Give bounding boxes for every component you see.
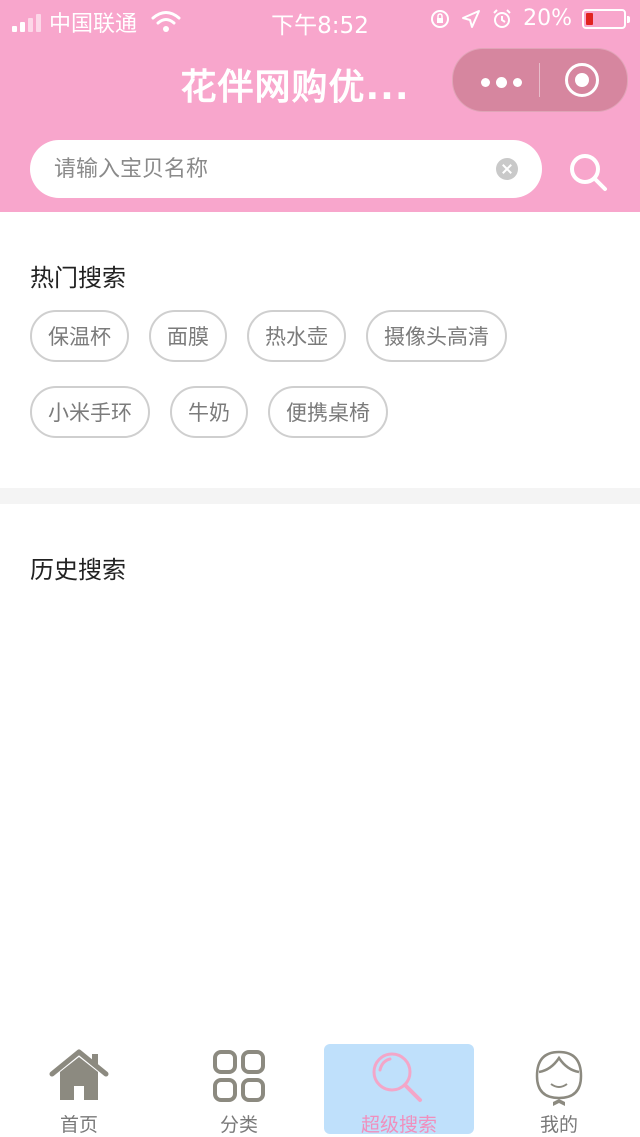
- tab-profile[interactable]: 我的: [484, 1044, 634, 1136]
- section-divider: [0, 488, 640, 504]
- home-icon: [49, 1049, 109, 1100]
- search-input[interactable]: [30, 140, 542, 198]
- alarm-icon: [493, 8, 511, 28]
- profile-avatar-icon: [535, 1050, 583, 1106]
- hot-search-title: 热门搜索: [30, 264, 126, 292]
- mini-program-capsule: [452, 48, 628, 112]
- rotation-lock-icon: [431, 9, 450, 28]
- status-right: 20%: [429, 6, 630, 31]
- clear-icon[interactable]: [496, 158, 518, 180]
- tab-category-label: 分类: [219, 1114, 258, 1136]
- hot-search-tag[interactable]: 面膜: [149, 310, 227, 362]
- status-bar: 中国联通 下午8:52 20%: [0, 0, 640, 40]
- history-search-title: 历史搜索: [30, 556, 126, 584]
- more-dots-icon[interactable]: [481, 77, 522, 88]
- battery-percent: 20%: [523, 6, 572, 31]
- target-circle-icon[interactable]: [565, 63, 599, 97]
- tab-super-search[interactable]: 超级搜索: [324, 1044, 474, 1136]
- capsule-divider: [539, 63, 540, 97]
- hot-search-tags: 保温杯 面膜 热水壶 摄像头高清 小米手环 牛奶 便携桌椅: [30, 310, 620, 438]
- page-title: 花伴网购优...: [180, 67, 410, 108]
- tab-home-label: 首页: [59, 1114, 98, 1136]
- battery-icon: [582, 8, 630, 29]
- hot-search-tag[interactable]: 保温杯: [30, 310, 129, 362]
- search-icon[interactable]: [566, 150, 610, 194]
- tab-profile-label: 我的: [539, 1114, 578, 1136]
- hot-search-tag[interactable]: 牛奶: [170, 386, 248, 438]
- hot-search-tag[interactable]: 便携桌椅: [268, 386, 388, 438]
- tab-category[interactable]: 分类: [164, 1044, 314, 1136]
- search-icon: [372, 1052, 422, 1102]
- location-icon: [462, 9, 481, 28]
- tab-super-search-label: 超级搜索: [360, 1114, 437, 1136]
- hot-search-tag[interactable]: 摄像头高清: [366, 310, 507, 362]
- tab-home[interactable]: 首页: [4, 1044, 154, 1136]
- hot-search-tag[interactable]: 小米手环: [30, 386, 150, 438]
- tab-bar: 首页 分类 超级搜索 我的: [0, 1036, 640, 1136]
- nav-bar: 花伴网购优...: [0, 40, 640, 128]
- category-grid-icon: [213, 1050, 265, 1102]
- search-bar: [0, 128, 640, 212]
- hot-search-tag[interactable]: 热水壶: [247, 310, 346, 362]
